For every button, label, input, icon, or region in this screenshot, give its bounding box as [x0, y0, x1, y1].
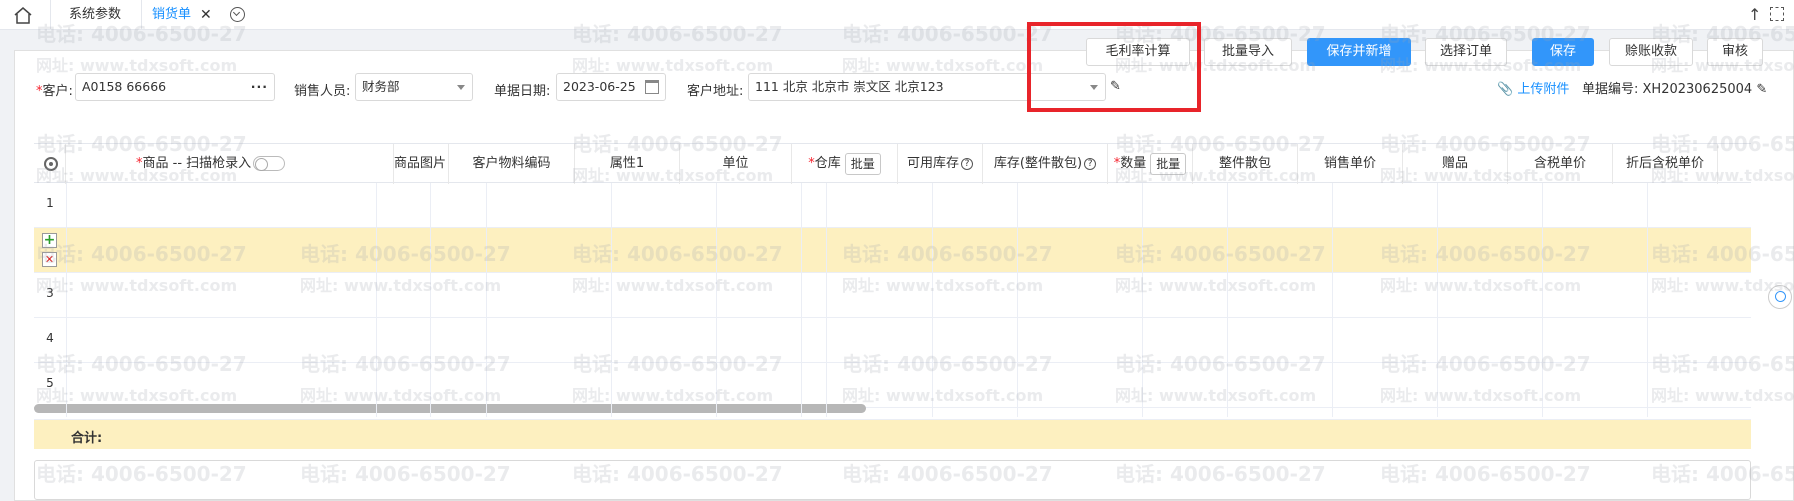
close-icon[interactable]: ✕: [200, 0, 212, 30]
divider: [801, 183, 802, 417]
save-and-new-button[interactable]: 保存并新增: [1307, 38, 1411, 66]
customer-label: *客户:: [36, 84, 73, 99]
horizontal-scrollbar[interactable]: [34, 404, 866, 413]
arrow-up-icon[interactable]: ↑: [1748, 5, 1761, 24]
sales-value: 财务部: [362, 79, 400, 94]
header-unit: 单位: [680, 144, 792, 184]
tab-bar: 系统参数 销货单 ✕ ↑: [0, 0, 1794, 30]
divider: [1332, 183, 1333, 417]
batch-warehouse-button[interactable]: 批量: [844, 152, 881, 175]
date-label: 单据日期:: [494, 84, 551, 99]
scanner-toggle[interactable]: [253, 156, 286, 171]
edit-icon[interactable]: ✎: [1752, 82, 1767, 97]
address-label: 客户地址:: [687, 84, 744, 99]
save-button[interactable]: 保存: [1532, 38, 1594, 66]
divider: [932, 183, 933, 417]
date-value: 2023-06-25: [563, 79, 636, 94]
address-value: 111 北京 北京市 崇文区 北京123: [755, 79, 944, 94]
batch-qty-button[interactable]: 批量: [1150, 152, 1187, 175]
header-disc-tax-price: 折后含税单价: [1613, 144, 1718, 184]
header-available: 可用库存?: [898, 144, 983, 184]
divider: [1647, 183, 1648, 417]
divider: [716, 183, 717, 417]
divider: [486, 183, 487, 417]
divider: [376, 183, 377, 417]
total-row: 合计:: [34, 419, 1751, 449]
column-settings[interactable]: [34, 144, 66, 184]
divider: [826, 183, 827, 417]
audit-button[interactable]: 审核: [1707, 38, 1763, 66]
divider: [1227, 183, 1228, 417]
header-gift: 赠品: [1403, 144, 1508, 184]
header-qty: *数量 批量: [1108, 144, 1193, 184]
feedback-icon[interactable]: [1768, 285, 1792, 309]
table-row[interactable]: 5: [34, 363, 1751, 408]
doc-number: 单据编号: XH20230625004 ✎: [1582, 82, 1768, 97]
help-icon[interactable]: ?: [961, 157, 973, 170]
table-row[interactable]: 4: [34, 318, 1751, 363]
table-row[interactable]: + ✕: [34, 228, 1751, 273]
home-icon[interactable]: [12, 5, 34, 25]
header-tax-price: 含税单价: [1508, 144, 1613, 184]
sales-person-select[interactable]: 财务部: [355, 73, 473, 101]
remark-field[interactable]: [34, 460, 1751, 500]
row-number: 1: [46, 196, 54, 210]
highlight-box: [1027, 22, 1201, 112]
tab-label: 系统参数: [69, 7, 122, 22]
divider: [611, 183, 612, 417]
divider: [66, 183, 67, 417]
header-cust-code: 客户物料编码: [449, 144, 575, 184]
table-row[interactable]: 3: [34, 273, 1751, 318]
row-number: 4: [46, 331, 54, 345]
gear-icon: [44, 157, 58, 171]
date-picker[interactable]: 2023-06-25: [556, 73, 666, 101]
divider: [1437, 183, 1438, 417]
header-pack: 整件散包: [1193, 144, 1298, 184]
header-image: 商品图片: [394, 144, 449, 184]
header-warehouse: *仓库 批量: [792, 144, 898, 184]
customer-field[interactable]: A0158 66666 ···: [75, 73, 275, 101]
divider: [430, 183, 431, 417]
delete-row-icon[interactable]: ✕: [42, 252, 57, 267]
credit-receipt-button[interactable]: 赊账收款: [1609, 38, 1693, 66]
tab-system-params[interactable]: 系统参数: [50, 0, 142, 30]
batch-import-button[interactable]: 批量导入: [1204, 38, 1292, 66]
chevron-down-icon[interactable]: [230, 7, 245, 22]
tab-sales-order[interactable]: 销货单 ✕: [142, 0, 222, 30]
upload-attachment-link[interactable]: 📎 上传附件: [1497, 78, 1569, 97]
table-row[interactable]: 1: [34, 183, 1751, 228]
header-attr1: 属性1: [575, 144, 680, 184]
grid-header: *商品 -- 扫描枪录入 商品图片 客户物料编码 属性1 单位 *仓库 批量 可用…: [34, 143, 1751, 184]
customer-value: A0158 66666: [82, 79, 167, 94]
upload-label: 上传附件: [1517, 82, 1570, 97]
header-price: 销售单价: [1298, 144, 1403, 184]
header-stock: 库存(整件散包)?: [983, 144, 1108, 184]
divider: [1017, 183, 1018, 417]
select-order-button[interactable]: 选择订单: [1425, 38, 1507, 66]
divider: [1542, 183, 1543, 417]
header-product: *商品 -- 扫描枪录入: [66, 144, 394, 184]
fullscreen-icon[interactable]: [1770, 7, 1784, 21]
divider: [1142, 183, 1143, 417]
chevron-down-icon: [457, 85, 465, 90]
row-number: 5: [46, 376, 54, 390]
total-label: 合计:: [71, 431, 103, 446]
help-icon[interactable]: ?: [1084, 157, 1097, 170]
row-number: 3: [46, 286, 54, 300]
sales-label: 销售人员:: [294, 84, 351, 99]
add-row-icon[interactable]: +: [42, 233, 57, 248]
tab-label: 销货单: [152, 7, 192, 22]
calendar-icon: [645, 80, 659, 94]
paperclip-icon: 📎: [1497, 82, 1518, 97]
more-icon[interactable]: ···: [251, 74, 268, 100]
